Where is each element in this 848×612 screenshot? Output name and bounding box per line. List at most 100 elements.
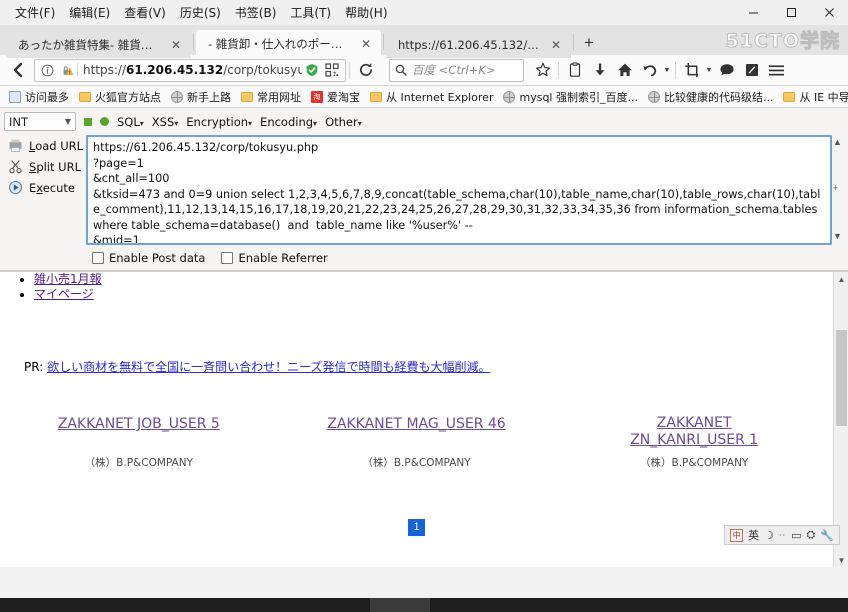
- hackbar-stop-icon[interactable]: [84, 117, 92, 126]
- tab-1[interactable]: - 雑貨卸・仕入れのポータル... ✕: [196, 30, 381, 58]
- menu-tools[interactable]: 工具(T): [283, 2, 338, 23]
- page-content: 雑小売1月報 マイページ PR: 欲しい商材を無料で全国に一斉問い合わせ！ニーズ…: [0, 272, 833, 567]
- tab-0[interactable]: あったか雑貨特集- 雑貨卸・... ✕: [6, 31, 191, 58]
- bookmark-star-button[interactable]: [530, 57, 555, 83]
- page-info-icon: [41, 64, 54, 76]
- bookmark-item[interactable]: 从 Internet Explorer: [366, 88, 497, 106]
- undo-button[interactable]: [637, 57, 662, 83]
- scroll-up-icon[interactable]: ▲: [833, 137, 842, 147]
- bookmark-label: 新手上路: [187, 90, 231, 104]
- close-button[interactable]: [810, 0, 848, 25]
- hackbar-menu-sql[interactable]: SQL▾: [117, 115, 144, 129]
- scroll-down-icon[interactable]: ▼: [834, 553, 848, 567]
- list-item-link[interactable]: マイページ: [34, 287, 94, 301]
- moon-icon[interactable]: ☽: [764, 529, 774, 542]
- search-bar[interactable]: 百度 <Ctrl+K>: [389, 58, 524, 82]
- tab-close-icon[interactable]: ✕: [169, 38, 183, 52]
- bookmark-item[interactable]: 从 IE 中导入: [779, 88, 848, 106]
- split-url-button[interactable]: Split URL: [8, 156, 86, 177]
- scroll-down-icon[interactable]: ▼: [833, 231, 842, 241]
- enable-post-data-checkbox[interactable]: [92, 252, 104, 264]
- url-text[interactable]: https://61.206.45.132/corp/tokusyu.php?p…: [77, 63, 302, 77]
- bookmark-item[interactable]: 比较健康的代码级结...: [644, 88, 778, 106]
- back-button[interactable]: [6, 57, 32, 83]
- bookmark-item[interactable]: 新手上路: [167, 88, 235, 106]
- security-status[interactable]: [57, 64, 77, 77]
- enable-referrer-option[interactable]: Enable Referrer: [221, 251, 328, 265]
- chevron-down-icon[interactable]: ▼: [662, 67, 672, 74]
- notes-button[interactable]: [739, 57, 764, 83]
- page-info-button[interactable]: [38, 64, 57, 77]
- keyboard-icon[interactable]: ▭: [791, 529, 801, 542]
- scroll-up-icon[interactable]: ▲: [834, 272, 848, 287]
- tab-close-icon[interactable]: ✕: [549, 38, 563, 52]
- bookmark-item[interactable]: 访问最多: [5, 88, 73, 106]
- tab-2[interactable]: https://61.206.45.132/corp/... ✕: [386, 31, 571, 58]
- hackbar-main: Load URL Split URL Execute https://61.20…: [4, 132, 844, 247]
- hackbar-menu-encoding[interactable]: Encoding▾: [260, 115, 317, 129]
- app-menu-button[interactable]: [764, 57, 789, 83]
- bookmark-item[interactable]: 淘 爱淘宝: [307, 88, 364, 106]
- company-name-link[interactable]: ZAKKANET JOB_USER 5: [58, 416, 220, 433]
- globe-icon: [647, 90, 660, 103]
- tab-strip: あったか雑貨特集- 雑貨卸・... ✕ - 雑貨卸・仕入れのポータル... ✕ …: [0, 25, 848, 58]
- shield-button[interactable]: [302, 63, 322, 77]
- enable-post-data-option[interactable]: Enable Post data: [92, 251, 205, 265]
- menu-bar: 文件(F) 编辑(E) 查看(V) 历史(S) 书签(B) 工具(T) 帮助(H…: [0, 0, 848, 25]
- folder-icon: [241, 91, 253, 102]
- bookmark-label: 访问最多: [25, 90, 69, 104]
- divider: [675, 61, 676, 79]
- new-tab-button[interactable]: +: [576, 30, 602, 56]
- hackbar-menu-other[interactable]: Other▾: [325, 115, 362, 129]
- company-name-link[interactable]: ZAKKANET ZN_KANRI_USER 1: [630, 415, 758, 449]
- load-url-button[interactable]: Load URL: [8, 135, 86, 156]
- hackbar-run-icon[interactable]: [100, 117, 109, 126]
- company-subtitle: （株）B.P&COMPANY: [362, 457, 471, 469]
- minimize-button[interactable]: [734, 0, 772, 25]
- reader-button[interactable]: [562, 57, 587, 83]
- url-bar[interactable]: https://61.206.45.132/corp/tokusyu.php?p…: [34, 58, 346, 82]
- bookmark-item[interactable]: mysql 强制索引_百度...: [499, 88, 641, 106]
- tab-close-icon[interactable]: ✕: [359, 37, 373, 51]
- menu-view[interactable]: 查看(V): [117, 2, 173, 23]
- hackbar-scrollbar[interactable]: ▲ + ▼: [832, 135, 844, 245]
- chevron-down-icon[interactable]: ▼: [704, 67, 714, 74]
- menu-file[interactable]: 文件(F): [8, 2, 62, 23]
- page-number-1[interactable]: 1: [408, 519, 425, 536]
- hackbar-type-select[interactable]: INT ▼: [4, 112, 76, 131]
- shield-icon: [306, 64, 318, 76]
- menu-help[interactable]: 帮助(H): [338, 2, 394, 23]
- hackbar-url-textarea[interactable]: https://61.206.45.132/corp/tokusyu.php ?…: [86, 135, 832, 245]
- execute-button[interactable]: Execute: [8, 177, 86, 198]
- bookmark-item[interactable]: 常用网址: [237, 88, 305, 106]
- split-url-icon: [9, 160, 22, 174]
- menu-bookmarks[interactable]: 书签(B): [228, 2, 284, 23]
- search-input[interactable]: 百度 <Ctrl+K>: [412, 62, 496, 78]
- company-name-link[interactable]: ZAKKANET MAG_USER 46: [327, 416, 505, 433]
- maximize-button[interactable]: [772, 0, 810, 25]
- tab-divider: [383, 34, 384, 50]
- enable-referrer-label: Enable Referrer: [238, 251, 328, 265]
- home-button[interactable]: [612, 57, 637, 83]
- ime-language-label[interactable]: 英: [748, 527, 759, 543]
- qr-button[interactable]: [322, 63, 342, 77]
- pr-link[interactable]: 欲しい商材を無料で全国に一斉問い合わせ！ニーズ発信で時間も経費も大幅削減。: [47, 360, 490, 374]
- wrench-icon[interactable]: 🔧: [820, 529, 834, 542]
- reload-button[interactable]: [353, 57, 379, 83]
- window-controls: [734, 0, 848, 25]
- scrollbar-thumb[interactable]: [836, 330, 847, 426]
- chat-button[interactable]: [714, 57, 739, 83]
- ime-mode-box[interactable]: 中: [730, 528, 744, 542]
- scroll-handle-icon[interactable]: +: [833, 183, 838, 193]
- hackbar-menu-encryption[interactable]: Encryption▾: [186, 115, 252, 129]
- list-item-link[interactable]: 雑小売1月報: [34, 272, 102, 286]
- menu-history[interactable]: 历史(S): [173, 2, 228, 23]
- menu-edit[interactable]: 编辑(E): [62, 2, 117, 23]
- page-scrollbar[interactable]: ▲ ▼: [833, 272, 848, 567]
- hackbar-menu-xss[interactable]: XSS▾: [152, 115, 179, 129]
- downloads-button[interactable]: [587, 57, 612, 83]
- enable-referrer-checkbox[interactable]: [221, 252, 234, 264]
- toolbox-icon[interactable]: ⛭: [806, 528, 815, 542]
- bookmark-item[interactable]: 火狐官方站点: [75, 88, 165, 106]
- screenshot-button[interactable]: [679, 57, 704, 83]
